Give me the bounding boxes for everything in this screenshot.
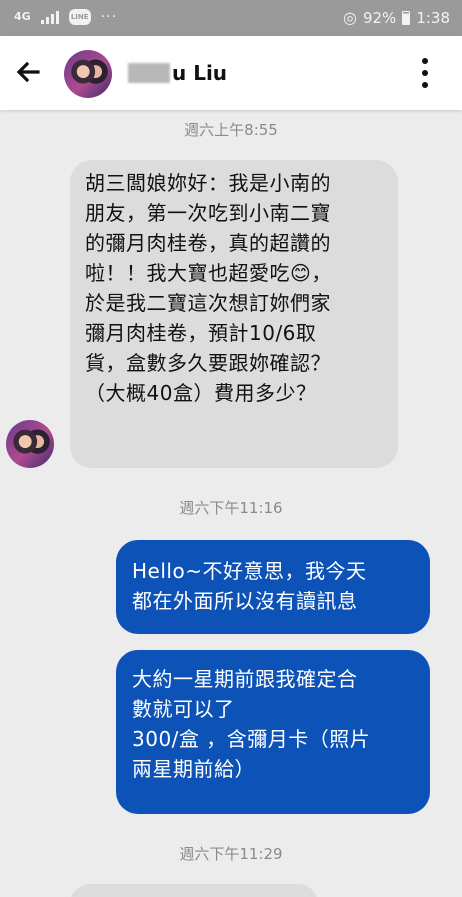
outgoing-message-bubble[interactable]: Hello~不好意思，我今天 都在外面所以沒有讀訊息 bbox=[116, 540, 430, 634]
more-notifications-icon: ··· bbox=[100, 9, 118, 25]
hotspot-icon: ◎ bbox=[343, 8, 357, 27]
incoming-message-bubble[interactable]: 胡三闆娘妳好：我是小南的 朋友，第一次吃到小南二寶 的彌月肉桂卷，真的超讚的 啦… bbox=[70, 160, 398, 468]
redacted-name-part bbox=[128, 63, 170, 83]
network-type: 4G bbox=[14, 10, 31, 23]
clock: 1:38 bbox=[416, 8, 450, 27]
incoming-message-bubble-partial[interactable] bbox=[70, 884, 318, 897]
timestamp: 週六上午8:55 bbox=[184, 121, 278, 139]
arrow-left-icon[interactable] bbox=[14, 58, 42, 86]
timestamp: 週六下午11:29 bbox=[179, 845, 283, 863]
signal-icon bbox=[40, 10, 59, 24]
status-bar: 4G LINE ··· ◎ 92% 1:38 bbox=[0, 0, 462, 36]
sender-avatar bbox=[6, 420, 54, 468]
battery-icon bbox=[402, 10, 411, 25]
contact-avatar[interactable] bbox=[64, 50, 112, 98]
messenger-chat-screen: { "status_bar": { "network": "4G", "app_… bbox=[0, 0, 462, 897]
battery-level: 92% bbox=[362, 8, 397, 27]
timestamp: 週六下午11:16 bbox=[179, 499, 283, 517]
line-app-icon: LINE bbox=[68, 9, 91, 25]
contact-name[interactable]: u Liu bbox=[128, 61, 227, 85]
chat-header: u Liu bbox=[0, 36, 462, 110]
more-vertical-icon[interactable] bbox=[418, 58, 432, 88]
outgoing-message-bubble[interactable]: 大約一星期前跟我確定合 數就可以了 300/盒 ，含彌月卡（照片 兩星期前給） bbox=[116, 650, 430, 814]
